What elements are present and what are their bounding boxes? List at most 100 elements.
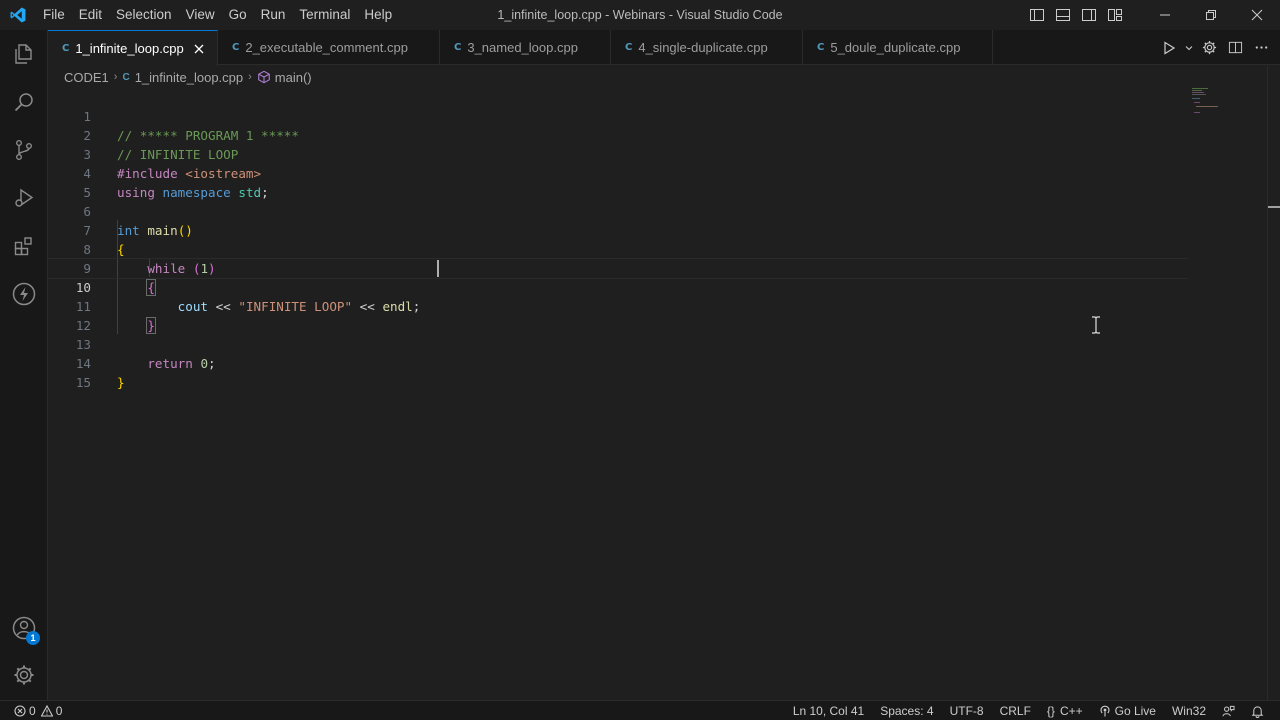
breadcrumb: CODE1 › C 1_infinite_loop.cpp › main() — [64, 67, 312, 87]
tab-3-named-loop[interactable]: C 3_named_loop.cpp — [440, 30, 611, 65]
tab-4-single-duplicate[interactable]: C 4_single-duplicate.cpp — [611, 30, 803, 65]
manage-gear-icon[interactable] — [0, 651, 48, 699]
code-line: 3 #include <iostream> — [48, 126, 1188, 181]
cpp-file-icon: C — [232, 42, 240, 53]
broadcast-icon — [1099, 705, 1111, 717]
close-icon[interactable] — [192, 41, 207, 57]
tab-label: 3_named_loop.cpp — [467, 40, 578, 55]
status-bar: 0 0 Ln 10, Col 41 Spaces: 4 UTF-8 CRLF {… — [0, 700, 1280, 720]
code-line: 14 } — [48, 335, 1188, 390]
current-code-line: 10 cout << "INFINITE LOOP" << endl; — [48, 258, 1188, 314]
code-line: 6 int main() — [48, 183, 1188, 238]
code-line: 1 // ***** PROGRAM 1 ***** — [48, 88, 1188, 143]
breadcrumb-file[interactable]: 1_infinite_loop.cpp — [135, 70, 243, 85]
vscode-logo-icon — [0, 0, 36, 30]
menu-bar: File Edit Selection View Go Run Terminal… — [36, 0, 399, 30]
person-feedback-icon[interactable] — [1214, 701, 1243, 720]
tab-label: 2_executable_comment.cpp — [245, 40, 408, 55]
editor-tabs: C 1_infinite_loop.cpp C 2_executable_com… — [48, 30, 1280, 66]
tab-label: 5_doule_duplicate.cpp — [830, 40, 961, 55]
chevron-down-icon[interactable] — [1182, 30, 1196, 65]
restore-icon[interactable] — [1188, 0, 1234, 30]
code-line: 15 — [48, 354, 1188, 390]
breadcrumb-folder[interactable]: CODE1 — [64, 70, 109, 85]
code-editor[interactable]: 1 // ***** PROGRAM 1 ***** 2 // INFINITE… — [48, 87, 1267, 700]
error-icon — [14, 705, 26, 717]
menu-help[interactable]: Help — [357, 0, 399, 30]
code-line: 5 — [48, 164, 1188, 200]
encoding[interactable]: UTF-8 — [942, 701, 992, 720]
menu-terminal[interactable]: Terminal — [292, 0, 357, 30]
chevron-right-icon: › — [113, 71, 118, 83]
text-cursor — [437, 260, 439, 277]
source-control-icon[interactable] — [0, 126, 48, 174]
menu-file[interactable]: File — [36, 0, 72, 30]
breadcrumb-symbol[interactable]: main() — [275, 70, 312, 85]
warning-count: 0 — [55, 704, 63, 718]
tab-2-executable-comment[interactable]: C 2_executable_comment.cpp — [218, 30, 440, 65]
line-number: 15 — [75, 375, 91, 390]
run-icon[interactable] — [1156, 30, 1182, 65]
toggle-secondary-sidebar-icon[interactable] — [1076, 0, 1102, 30]
error-count: 0 — [29, 704, 36, 718]
minimize-icon[interactable] — [1142, 0, 1188, 30]
cpp-file-icon: C — [454, 42, 462, 53]
symbol-method-icon — [257, 70, 271, 84]
code-line: 13 return 0; — [48, 316, 1188, 371]
go-live-button[interactable]: Go Live — [1091, 701, 1164, 720]
code-line: 2 // INFINITE LOOP — [48, 107, 1188, 162]
toggle-primary-sidebar-icon[interactable] — [1024, 0, 1050, 30]
cpp-file-icon: C — [122, 71, 130, 83]
more-icon[interactable] — [1248, 30, 1274, 65]
cursor-position[interactable]: Ln 10, Col 41 — [785, 701, 872, 720]
cpp-file-icon: C — [62, 43, 70, 54]
end-of-line[interactable]: CRLF — [992, 701, 1039, 720]
warning-icon — [40, 705, 53, 717]
run-debug-icon[interactable] — [0, 174, 48, 222]
customize-layout-icon[interactable] — [1102, 0, 1128, 30]
code-line: 9 { — [48, 240, 1188, 296]
problems-indicator[interactable]: 0 0 — [8, 701, 70, 720]
explorer-icon[interactable] — [0, 30, 48, 78]
chevron-right-icon: › — [248, 71, 252, 83]
go-live-label: Go Live — [1114, 704, 1156, 718]
title-bar: File Edit Selection View Go Run Terminal… — [0, 0, 1280, 30]
code-line: 4 using namespace std; — [48, 145, 1188, 200]
search-icon[interactable] — [0, 78, 48, 126]
cpp-file-icon: C — [625, 42, 633, 53]
account-badge: 1 — [26, 631, 40, 645]
window-close-icon[interactable] — [1234, 0, 1280, 30]
settings-gear-icon[interactable] — [1196, 30, 1222, 65]
tab-label: 1_infinite_loop.cpp — [75, 41, 184, 56]
tab-label: 4_single-duplicate.cpp — [638, 40, 768, 55]
menu-edit[interactable]: Edit — [72, 0, 109, 30]
code-line: 11 } — [48, 278, 1188, 334]
bell-icon[interactable] — [1243, 701, 1272, 720]
code-line: 8 while (1) — [48, 221, 1188, 276]
menu-run[interactable]: Run — [254, 0, 293, 30]
minimap[interactable] — [1190, 87, 1250, 117]
menu-selection[interactable]: Selection — [109, 0, 179, 30]
code-line: 12 — [48, 297, 1188, 333]
split-editor-icon[interactable] — [1222, 30, 1248, 65]
language-mode[interactable]: {} C++ — [1039, 701, 1091, 720]
vertical-scrollbar[interactable] — [1267, 66, 1280, 700]
thunder-icon[interactable] — [0, 270, 48, 318]
cpp-file-icon: C — [817, 42, 825, 53]
menu-view[interactable]: View — [179, 0, 222, 30]
extensions-icon[interactable] — [0, 222, 48, 270]
code-bracket: } — [117, 375, 125, 390]
braces-icon: {} — [1046, 704, 1055, 718]
tab-1-infinite-loop[interactable]: C 1_infinite_loop.cpp — [48, 30, 218, 66]
tab-5-doule-duplicate[interactable]: C 5_doule_duplicate.cpp — [803, 30, 993, 65]
toggle-panel-icon[interactable] — [1050, 0, 1076, 30]
activity-bar: 1 — [0, 30, 48, 700]
account-icon[interactable]: 1 — [0, 604, 48, 652]
language-label: C++ — [1059, 704, 1083, 718]
platform[interactable]: Win32 — [1164, 701, 1214, 720]
mouse-ibeam-icon — [1090, 316, 1102, 334]
menu-go[interactable]: Go — [222, 0, 254, 30]
scrollbar-cursor-marker — [1268, 206, 1280, 208]
code-line: 7 { — [48, 202, 1188, 257]
indentation[interactable]: Spaces: 4 — [872, 701, 941, 720]
